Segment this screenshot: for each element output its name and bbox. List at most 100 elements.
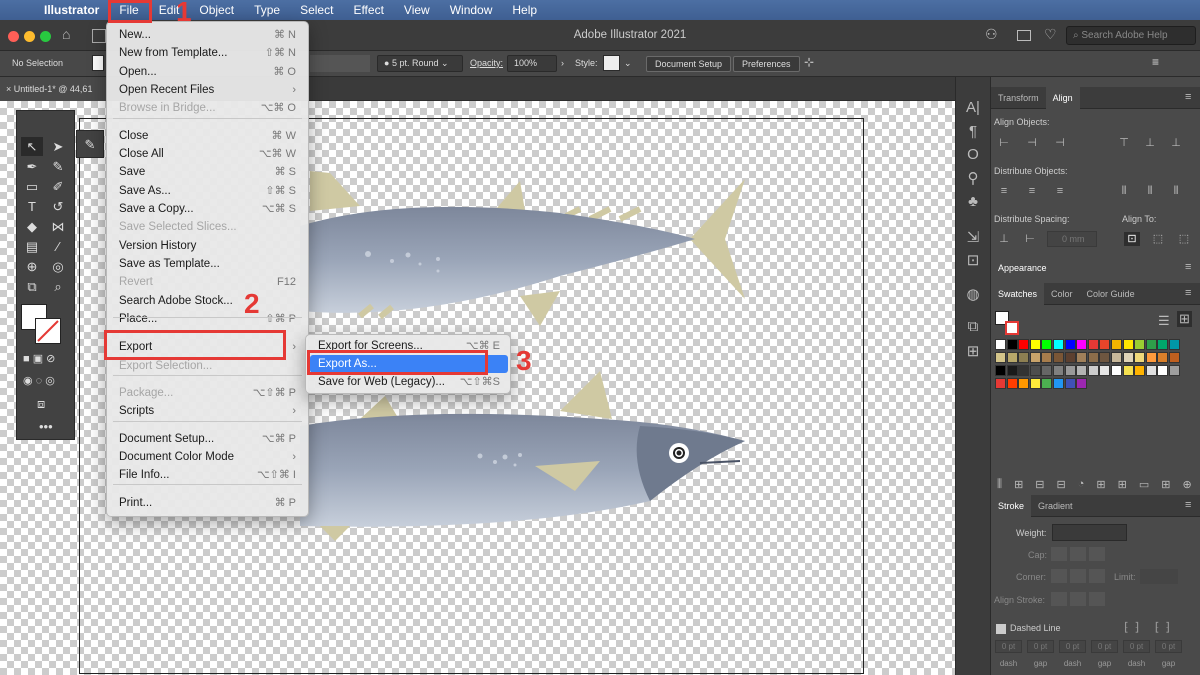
brush-profile-dropdown[interactable]: ● 5 pt. Round ⌄ <box>377 55 463 72</box>
new-swatch-icon[interactable]: ⊞ <box>1161 478 1170 491</box>
gap-1-input[interactable]: 0 pt <box>1027 640 1054 653</box>
file-menu-item-open-recent-files[interactable]: Open Recent Files › <box>107 81 308 99</box>
color-mode-icons[interactable]: ■ ▣ ⊘ <box>23 352 55 365</box>
image-trace-icon[interactable]: ⊡ <box>962 251 984 271</box>
color-swatch[interactable] <box>1122 352 1134 363</box>
horizontal-spacing-icon[interactable]: ⊢ <box>1022 232 1038 246</box>
dash-alignment-icons[interactable]: ⁅⁆ ⁅⁆ <box>1124 620 1176 634</box>
color-swatch[interactable] <box>1122 339 1134 350</box>
color-swatch[interactable] <box>1041 352 1053 363</box>
color-swatch[interactable] <box>1018 365 1030 376</box>
distribute-left-icon[interactable]: ⫴ <box>1116 184 1132 198</box>
color-swatch[interactable] <box>1053 339 1064 350</box>
width-tool-icon[interactable]: ⋈ <box>47 217 69 236</box>
opentype-icon[interactable]: O <box>962 146 984 166</box>
gap-3-input[interactable]: 0 pt <box>1155 640 1182 653</box>
color-swatch[interactable] <box>1053 352 1064 363</box>
color-swatch[interactable] <box>1145 365 1157 376</box>
edit-color-icon[interactable]: ◔ <box>1078 478 1085 491</box>
color-swatch[interactable] <box>1006 339 1018 350</box>
pen-tool-icon[interactable]: ✒ <box>21 157 43 176</box>
type-tool-icon[interactable]: T <box>21 197 43 216</box>
color-swatch[interactable] <box>1111 352 1122 363</box>
file-menu-item-close[interactable]: Close ⌘ W <box>107 127 308 145</box>
paintbrush-tool-icon[interactable]: ✐ <box>47 177 69 196</box>
color-swatch[interactable] <box>1134 365 1146 376</box>
distribute-bottom-icon[interactable]: ≡ <box>1052 184 1068 198</box>
color-swatch[interactable] <box>1053 378 1064 389</box>
tab-color[interactable]: Color <box>1044 283 1080 305</box>
color-swatch[interactable] <box>1087 365 1099 376</box>
color-swatch[interactable] <box>1029 339 1041 350</box>
arrange-icon[interactable]: ⊹ <box>804 55 814 69</box>
color-swatch[interactable] <box>1169 339 1180 350</box>
stroke-weight-field[interactable] <box>310 55 370 72</box>
menu-window[interactable]: Window <box>440 0 503 20</box>
color-swatch[interactable] <box>1087 352 1099 363</box>
color-swatch[interactable] <box>1064 378 1076 389</box>
more-tools-icon[interactable]: ••• <box>39 419 53 434</box>
menu-view[interactable]: View <box>394 0 440 20</box>
file-menu-item-search-adobe-stock[interactable]: Search Adobe Stock... <box>107 292 308 310</box>
eyedropper-tool-icon[interactable]: ⁄ <box>47 237 69 256</box>
align-right-icon[interactable]: ⊣ <box>1052 136 1068 150</box>
add-swatch-icon[interactable]: ⊕ <box>1182 478 1191 491</box>
swatches-panel-menu-icon[interactable]: ≡ <box>1185 287 1191 299</box>
opacity-label[interactable]: Opacity: <box>470 58 503 68</box>
color-swatch[interactable] <box>1145 352 1157 363</box>
color-swatch[interactable] <box>1006 378 1018 389</box>
limit-input[interactable] <box>1140 569 1178 584</box>
dash-3-input[interactable]: 0 pt <box>1123 640 1150 653</box>
color-swatch[interactable] <box>1145 339 1157 350</box>
color-swatch[interactable] <box>1018 378 1030 389</box>
file-menu-item-file-info[interactable]: File Info... ⌥⇧⌘ I <box>107 466 308 484</box>
puppet-icon[interactable]: ⚲ <box>962 169 984 189</box>
spacing-input[interactable]: 0 mm <box>1047 231 1097 247</box>
vertical-spacing-icon[interactable]: ⊥ <box>996 232 1012 246</box>
align-left-icon[interactable]: ⊢ <box>996 136 1012 150</box>
color-swatch[interactable] <box>1099 339 1111 350</box>
distribute-vcenter-icon[interactable]: ≡ <box>1024 184 1040 198</box>
distribute-top-icon[interactable]: ≡ <box>996 184 1012 198</box>
tab-transform[interactable]: Transform <box>991 87 1046 109</box>
file-menu-item-place[interactable]: Place... ⇧⌘ P <box>107 310 308 328</box>
screen-mode-icon[interactable]: ⧈ <box>37 396 45 412</box>
swatch-stroke-box[interactable] <box>1005 321 1019 335</box>
gradient-tool-icon[interactable]: ▤ <box>21 237 43 256</box>
color-swatch[interactable] <box>995 365 1006 376</box>
file-menu-item-save-as[interactable]: Save As... ⇧⌘ S <box>107 182 308 200</box>
color-swatch[interactable] <box>995 339 1006 350</box>
color-swatch[interactable] <box>1157 339 1169 350</box>
rectangle-tool-icon[interactable]: ▭ <box>21 177 43 196</box>
dash-1-input[interactable]: 0 pt <box>995 640 1022 653</box>
blend-tool-icon[interactable]: ◎ <box>47 257 69 276</box>
dashed-line-checkbox[interactable] <box>996 624 1006 634</box>
color-themes-icon[interactable]: ⊞ <box>1096 478 1105 491</box>
fill-color-swatch[interactable] <box>92 55 104 71</box>
help-search-input[interactable]: ⌕ Search Adobe Help <box>1066 26 1196 45</box>
align-stroke-inside-icon[interactable] <box>1070 592 1086 606</box>
tab-stroke[interactable]: Stroke <box>991 495 1032 517</box>
color-swatch[interactable] <box>1064 365 1076 376</box>
color-swatch[interactable] <box>1029 365 1041 376</box>
round-cap-icon[interactable] <box>1070 547 1086 561</box>
document-setup-button[interactable]: Document Setup <box>646 56 732 72</box>
preferences-button[interactable]: Preferences <box>733 56 800 72</box>
color-swatch[interactable] <box>1018 352 1030 363</box>
align-stroke-center-icon[interactable] <box>1051 592 1067 606</box>
new-folder-icon[interactable]: ▭ <box>1139 478 1149 491</box>
color-swatch[interactable] <box>1122 365 1134 376</box>
color-swatch[interactable] <box>1041 339 1053 350</box>
export-menu-item-save-for-web-legacy[interactable]: Save for Web (Legacy)... ⌥⇧⌘S <box>310 373 508 391</box>
artboards-icon[interactable]: ⊞ <box>962 342 984 362</box>
direct-selection-tool-icon[interactable]: ➤ <box>47 137 69 156</box>
color-swatch[interactable] <box>1157 352 1169 363</box>
color-swatch[interactable] <box>1076 365 1088 376</box>
color-swatch[interactable] <box>995 352 1006 363</box>
align-to-key-object-icon[interactable]: ⊡ <box>1124 232 1140 246</box>
paragraph-icon[interactable]: ¶ <box>962 123 984 143</box>
color-swatch[interactable] <box>1076 378 1088 389</box>
tab-color-guide[interactable]: Color Guide <box>1080 283 1142 305</box>
distribute-hcenter-icon[interactable]: ⫴ <box>1142 184 1158 198</box>
color-swatch[interactable] <box>1099 352 1111 363</box>
